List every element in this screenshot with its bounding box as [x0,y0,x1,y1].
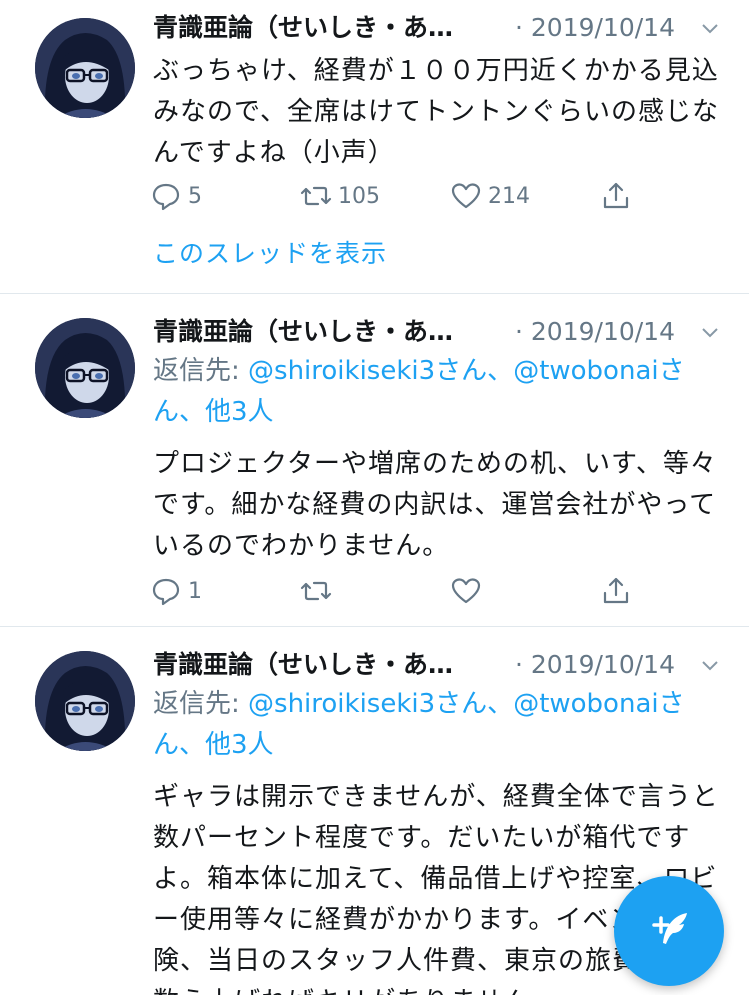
compose-tweet-button[interactable] [614,876,724,986]
chevron-down-icon[interactable] [699,647,721,688]
reply-count: 5 [188,183,202,209]
timeline: 青識亜論（せいしき・あ… · 2019/10/14 ぶっちゃけ、経費が１００万円… [0,0,749,995]
show-thread-link[interactable]: このスレッドを表示 [153,234,387,270]
reply-icon [152,578,180,606]
avatar[interactable] [35,318,135,418]
reply-to-label: 返信先: [153,356,249,386]
heart-icon [451,578,481,604]
reply-button[interactable]: 5 [150,176,202,216]
share-button[interactable] [600,176,632,216]
mention-link[interactable]: @shiroikiseki3さん、 [248,689,513,719]
like-count: 214 [488,183,530,209]
reply-to: 返信先: @shiroikiseki3さん、@twobonaiさん、他3人 [153,351,723,433]
tweet-date[interactable]: · 2019/10/14 [515,647,675,683]
reply-icon [152,183,180,211]
like-button[interactable]: 214 [450,176,530,216]
reply-to: 返信先: @shiroikiseki3さん、@twobonaiさん、他3人 [153,684,723,766]
reply-count: 1 [188,578,202,604]
like-button[interactable] [450,571,482,611]
tweet-date[interactable]: · 2019/10/14 [515,314,675,350]
tweet-date[interactable]: · 2019/10/14 [515,10,675,46]
reply-to-label: 返信先: [153,689,249,719]
avatar[interactable] [35,651,135,751]
retweet-icon [300,186,332,206]
compose-tweet-icon [652,913,687,944]
tweet-text: ぶっちゃけ、経費が１００万円近くかかる見込みなので、全席はけてトントンぐらいの感… [153,56,719,168]
reply-button[interactable]: 1 [150,571,202,611]
avatar[interactable] [35,18,135,118]
share-icon [603,182,629,209]
tweet-actions: 5 105 214 [150,176,650,216]
chevron-down-icon[interactable] [699,314,721,355]
retweet-count: 105 [338,183,380,209]
author-name[interactable]: 青識亜論（せいしき・あ… [153,647,453,683]
tweet-1[interactable]: 青識亜論（せいしき・あ… · 2019/10/14 ぶっちゃけ、経費が１００万円… [0,0,749,293]
tweet-actions: 1 [150,571,650,611]
share-icon [603,577,629,604]
retweet-button[interactable]: 105 [300,176,380,216]
retweet-button[interactable] [300,571,332,611]
tweet-2[interactable]: 青識亜論（せいしき・あ… · 2019/10/14 返信先: @shiroiki… [0,294,749,626]
mention-link[interactable]: @shiroikiseki3さん、 [248,356,513,386]
retweet-icon [300,581,332,601]
tweet-text: プロジェクターや増席のための机、いす、等々です。細かな経費の内訳は、運営会社がや… [153,449,717,561]
share-button[interactable] [600,571,632,611]
chevron-down-icon[interactable] [699,10,721,51]
heart-icon [451,183,481,209]
author-name[interactable]: 青識亜論（せいしき・あ… [153,314,453,350]
author-name[interactable]: 青識亜論（せいしき・あ… [153,10,453,46]
